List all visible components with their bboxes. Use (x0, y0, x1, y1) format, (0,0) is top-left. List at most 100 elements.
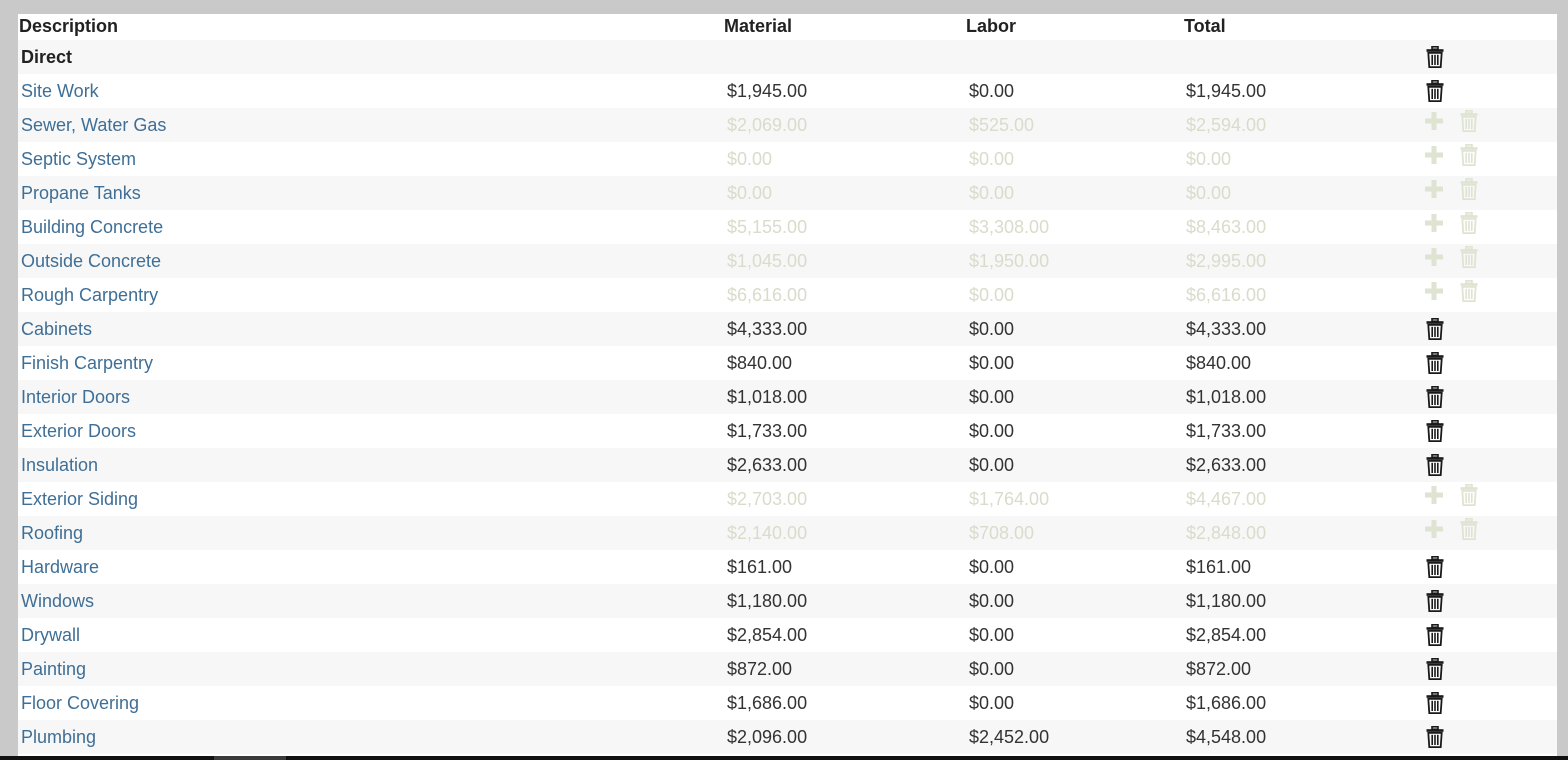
labor-value: $708.00 (969, 523, 1035, 543)
labor-value: $0.00 (969, 659, 1015, 679)
total-value: $8,463.00 (1186, 217, 1267, 237)
total-value: $161.00 (1186, 557, 1252, 577)
trash-icon[interactable] (1426, 346, 1444, 380)
row-description-link[interactable]: Hardware (21, 550, 99, 584)
material-value: $2,703.00 (727, 489, 808, 509)
plus-icon[interactable] (1425, 512, 1443, 546)
labor-value: $0.00 (969, 591, 1015, 611)
row-description-link[interactable]: Sewer, Water Gas (21, 108, 166, 142)
trash-icon[interactable] (1426, 686, 1444, 720)
trash-icon[interactable] (1426, 618, 1444, 652)
row-description-link[interactable]: Rough Carpentry (21, 278, 158, 312)
table-row: Propane Tanks $0.00 $0.00 $0.00 (18, 176, 1557, 210)
labor-value: $1,950.00 (969, 251, 1050, 271)
material-value: $161.00 (727, 557, 793, 577)
plus-icon[interactable] (1425, 478, 1443, 512)
labor-value: $0.00 (969, 319, 1015, 339)
labor-value: $0.00 (969, 149, 1015, 169)
row-description-link[interactable]: Plumbing (21, 720, 96, 754)
trash-icon[interactable] (1426, 312, 1444, 346)
table-row: Roofing $2,140.00 $708.00 $2,848.00 (18, 516, 1557, 550)
trash-icon[interactable] (1426, 414, 1444, 448)
trash-icon[interactable] (1460, 172, 1478, 206)
labor-value: $0.00 (969, 693, 1015, 713)
header-labor: Labor (966, 16, 1017, 36)
labor-value: $0.00 (969, 285, 1015, 305)
labor-value: $2,452.00 (969, 727, 1050, 747)
trash-icon[interactable] (1426, 550, 1444, 584)
plus-icon[interactable] (1425, 206, 1443, 240)
table-row: Hardware $161.00 $0.00 $161.00 (18, 550, 1557, 584)
row-description-link[interactable]: Exterior Siding (21, 482, 138, 516)
material-value: $1,045.00 (727, 251, 808, 271)
total-value: $1,180.00 (1186, 591, 1267, 611)
labor-value: $0.00 (969, 455, 1015, 475)
table-row: Finish Carpentry $840.00 $0.00 $840.00 (18, 346, 1557, 380)
trash-icon[interactable] (1460, 274, 1478, 308)
trash-icon[interactable] (1426, 380, 1444, 414)
trash-icon[interactable] (1460, 206, 1478, 240)
trash-icon[interactable] (1460, 138, 1478, 172)
material-value: $5,155.00 (727, 217, 808, 237)
plus-icon[interactable] (1425, 274, 1443, 308)
total-value: $1,686.00 (1186, 693, 1267, 713)
row-description-link[interactable]: Building Concrete (21, 210, 163, 244)
labor-value: $1,764.00 (969, 489, 1050, 509)
table-row: Exterior Siding $2,703.00 $1,764.00 $4,467.… (18, 482, 1557, 516)
trash-icon[interactable] (1460, 478, 1478, 512)
material-value: $1,686.00 (727, 693, 808, 713)
trash-icon[interactable] (1426, 40, 1444, 74)
trash-icon[interactable] (1426, 584, 1444, 618)
trash-icon[interactable] (1460, 512, 1478, 546)
row-description-link[interactable]: Outside Concrete (21, 244, 161, 278)
row-description-link[interactable]: Exterior Doors (21, 414, 136, 448)
material-value: $4,333.00 (727, 319, 808, 339)
total-value: $2,633.00 (1186, 455, 1267, 475)
material-value: $1,180.00 (727, 591, 808, 611)
table-row: Site Work $1,945.00 $0.00 $1,945.00 (18, 74, 1557, 108)
row-description-link[interactable]: Windows (21, 584, 94, 618)
table-row: Floor Covering $1,686.00 $0.00 $1,686.00 (18, 686, 1557, 720)
trash-icon[interactable] (1426, 652, 1444, 686)
material-value: $0.00 (727, 149, 773, 169)
material-value: $2,069.00 (727, 115, 808, 135)
total-value: $1,018.00 (1186, 387, 1267, 407)
row-description-link[interactable]: Floor Covering (21, 686, 139, 720)
total-value: $4,333.00 (1186, 319, 1267, 339)
table-row: Plumbing $2,096.00 $2,452.00 $4,548.00 (18, 720, 1557, 754)
cost-table: Description Material Labor Total Direct … (18, 14, 1557, 756)
row-description-link[interactable]: Roofing (21, 516, 83, 550)
trash-icon[interactable] (1426, 720, 1444, 754)
row-description-link[interactable]: Painting (21, 652, 86, 686)
row-description-link[interactable]: Insulation (21, 448, 98, 482)
material-value: $2,854.00 (727, 625, 808, 645)
row-description-link[interactable]: Cabinets (21, 312, 92, 346)
total-value: $4,548.00 (1186, 727, 1267, 747)
row-description-link[interactable]: Drywall (21, 618, 80, 652)
trash-icon[interactable] (1460, 240, 1478, 274)
table-row: Septic System $0.00 $0.00 $0.00 (18, 142, 1557, 176)
trash-icon[interactable] (1426, 74, 1444, 108)
plus-icon[interactable] (1425, 240, 1443, 274)
group-row-direct: Direct (18, 40, 1557, 74)
trash-icon[interactable] (1426, 448, 1444, 482)
material-value: $1,733.00 (727, 421, 808, 441)
row-description-link[interactable]: Propane Tanks (21, 176, 141, 210)
plus-icon[interactable] (1425, 138, 1443, 172)
total-value: $0.00 (1186, 149, 1232, 169)
material-value: $2,096.00 (727, 727, 808, 747)
trash-icon[interactable] (1460, 104, 1478, 138)
plus-icon[interactable] (1425, 104, 1443, 138)
material-value: $2,140.00 (727, 523, 808, 543)
row-description-link[interactable]: Site Work (21, 74, 99, 108)
row-description-link[interactable]: Finish Carpentry (21, 346, 153, 380)
group-label: Direct (21, 47, 73, 67)
total-value: $840.00 (1186, 353, 1252, 373)
row-description-link[interactable]: Septic System (21, 142, 136, 176)
total-value: $2,594.00 (1186, 115, 1267, 135)
bottom-scrollbar[interactable] (0, 756, 1568, 760)
row-description-link[interactable]: Interior Doors (21, 380, 130, 414)
total-value: $6,616.00 (1186, 285, 1267, 305)
plus-icon[interactable] (1425, 172, 1443, 206)
table-row: Interior Doors $1,018.00 $0.00 $1,018.00 (18, 380, 1557, 414)
